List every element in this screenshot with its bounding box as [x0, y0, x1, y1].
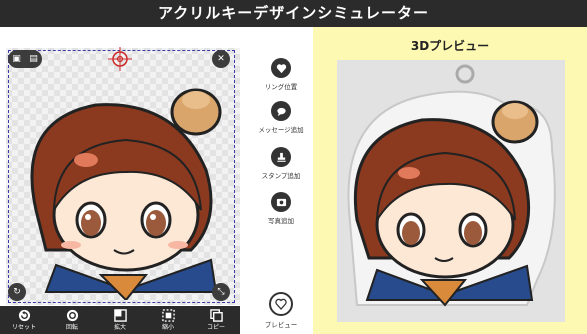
ring-icon [271, 58, 291, 78]
add-message-button[interactable]: メッセージ追加 [250, 101, 312, 134]
rotate-icon [65, 309, 79, 323]
add-message-label: メッセージ追加 [258, 126, 304, 134]
preview-title: 3Dプレビュー [410, 39, 490, 53]
zoom-out-button[interactable]: 縮小 [148, 309, 188, 332]
message-icon [271, 101, 291, 121]
editor-area: ▣ ▤ ✕ ↻ ⤡ [0, 27, 240, 334]
rotate-button[interactable]: 回転 [52, 309, 92, 332]
ring-position-label: リング位置 [264, 83, 298, 91]
stamp-icon [271, 147, 291, 167]
bottom-toolbar: リセット 回転 拡大 縮小 コピー [0, 306, 240, 334]
preview-icon [269, 292, 293, 316]
preview-panel [337, 60, 565, 322]
layer-icon[interactable]: ▤ [29, 54, 38, 64]
ring-position-crosshair-icon[interactable] [108, 47, 132, 71]
app-title: アクリルキーデザインシミュレーター [158, 4, 429, 22]
reset-icon [17, 309, 31, 323]
add-stamp-button[interactable]: スタンプ追加 [250, 147, 312, 180]
add-photo-button[interactable]: 写真追加 [250, 192, 312, 225]
zoom-in-button[interactable]: 拡大 [100, 309, 140, 332]
copy-button[interactable]: コピー [196, 309, 236, 332]
add-photo-label: 写真追加 [268, 217, 294, 225]
character-illustration[interactable] [16, 60, 236, 300]
add-stamp-label: スタンプ追加 [261, 172, 301, 180]
zoom-in-icon [113, 309, 127, 323]
duplicate-icon[interactable]: ▣ [12, 54, 21, 64]
layer-buttons[interactable]: ▣ ▤ [8, 50, 42, 68]
reset-label: リセット [11, 323, 36, 331]
preview-label: プレビュー [264, 321, 298, 329]
app-header: アクリルキーデザインシミュレーター [0, 0, 587, 27]
rotate-handle-icon[interactable]: ↻ [8, 283, 26, 301]
resize-handle-icon[interactable]: ⤡ [212, 283, 230, 301]
copy-icon [209, 309, 223, 323]
design-canvas[interactable]: ▣ ▤ ✕ ↻ ⤡ [6, 47, 240, 305]
photo-icon [271, 192, 291, 212]
acrylic-keychain-preview [347, 64, 556, 307]
zoom-out-icon [161, 309, 175, 323]
reset-button[interactable]: リセット [4, 309, 44, 332]
preview-button[interactable]: プレビュー [250, 292, 312, 329]
side-menu: リング位置 メッセージ追加 スタンプ追加 写真追加 プレビュー [250, 27, 312, 334]
copy-label: コピー [206, 323, 225, 331]
zoom-out-label: 縮小 [161, 323, 174, 331]
ring-position-button[interactable]: リング位置 [250, 58, 312, 91]
preview-pane: 3Dプレビュー [313, 27, 587, 334]
close-icon[interactable]: ✕ [212, 50, 230, 68]
rotate-label: 回転 [65, 323, 78, 331]
zoom-in-label: 拡大 [113, 323, 126, 331]
